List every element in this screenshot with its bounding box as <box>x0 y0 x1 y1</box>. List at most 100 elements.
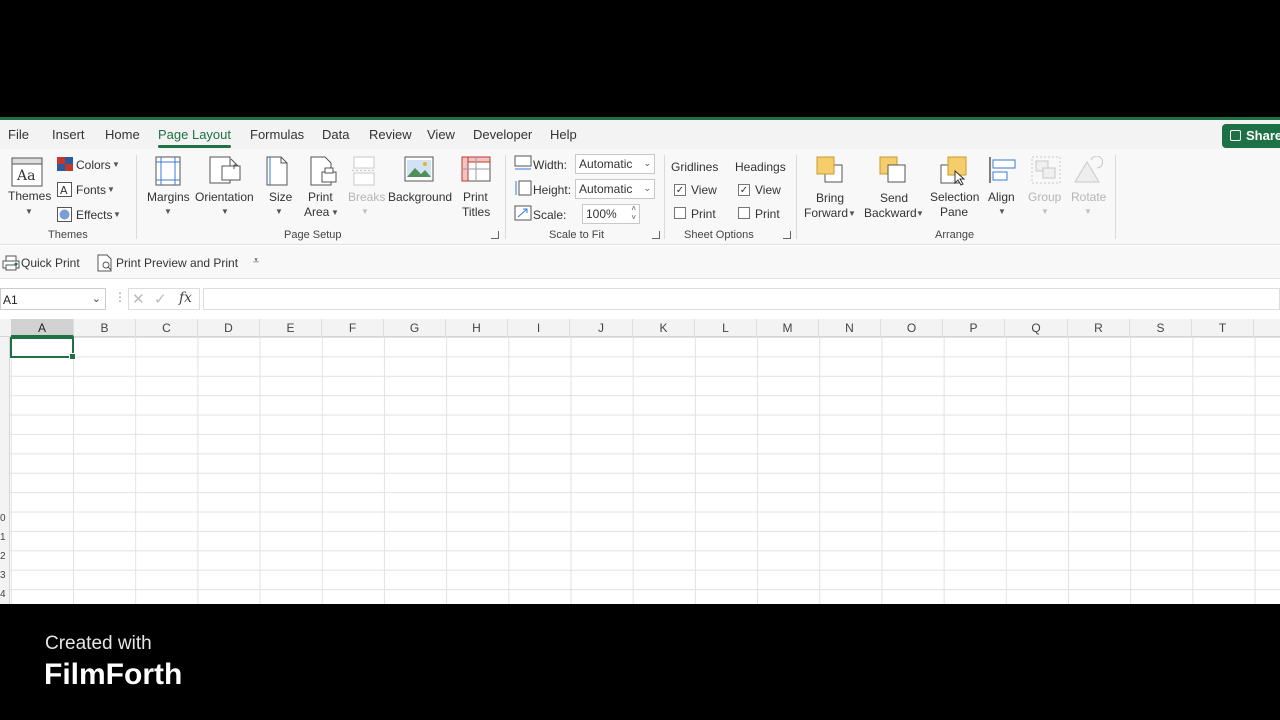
print-preview-button[interactable]: Print Preview and Print <box>116 256 238 270</box>
worksheet-grid[interactable]: A B C D E F G H I J K L M N O P Q R S T … <box>0 319 1280 604</box>
height-label: Height: <box>533 183 572 197</box>
quick-print-button[interactable]: Quick Print <box>21 256 80 270</box>
send-backward-label-2[interactable]: Backward <box>864 206 917 220</box>
column-header-o[interactable]: O <box>881 319 943 337</box>
scale-label: Scale: <box>533 208 567 222</box>
column-header-l[interactable]: L <box>695 319 757 337</box>
print-area-label-2[interactable]: Area <box>304 205 329 219</box>
share-icon <box>1230 130 1241 141</box>
tab-formulas[interactable]: Formulas <box>250 127 304 142</box>
breaks-button[interactable]: Breaks <box>348 190 385 204</box>
selected-cell-a1[interactable] <box>10 337 76 360</box>
spinner-up-icon[interactable]: ˄ <box>631 204 636 213</box>
group-button[interactable]: Group <box>1028 190 1061 204</box>
tab-data[interactable]: Data <box>322 127 349 142</box>
row-header-fragment[interactable]: 0 <box>0 513 6 524</box>
width-dropdown[interactable]: Automatic ⌄ <box>575 154 655 174</box>
orientation-button[interactable]: Orientation <box>195 190 254 204</box>
row-header-fragment[interactable]: 4 <box>0 589 6 600</box>
tab-insert[interactable]: Insert <box>52 127 85 142</box>
chevron-down-icon: ▼ <box>1041 207 1049 216</box>
print-area-label-1[interactable]: Print <box>308 190 333 204</box>
column-header-a[interactable]: A <box>11 319 74 337</box>
row-header-fragment[interactable]: 1 <box>0 532 6 543</box>
headings-view-checkbox[interactable]: ✓ <box>738 184 750 196</box>
bring-forward-label-2[interactable]: Forward <box>804 206 848 220</box>
insert-function-button[interactable]: fx <box>179 290 192 306</box>
tab-file[interactable]: File <box>8 127 29 142</box>
width-label: Width: <box>533 158 568 172</box>
tab-help[interactable]: Help <box>550 127 577 142</box>
column-header-s[interactable]: S <box>1130 319 1192 337</box>
headings-print-checkbox[interactable] <box>738 207 750 219</box>
scale-spinner[interactable]: 100% ˄ ˅ <box>582 204 640 224</box>
column-header-h[interactable]: H <box>446 319 508 337</box>
align-button[interactable]: Align <box>988 190 1015 204</box>
column-header-k[interactable]: K <box>633 319 695 337</box>
column-header-p[interactable]: P <box>943 319 1005 337</box>
formula-input[interactable] <box>203 288 1280 310</box>
colors-button[interactable]: Colors <box>76 158 111 172</box>
selection-pane-label-1[interactable]: Selection <box>930 190 979 204</box>
column-header-g[interactable]: G <box>384 319 446 337</box>
column-header-q[interactable]: Q <box>1005 319 1068 337</box>
themes-button[interactable]: Themes <box>8 189 51 203</box>
fonts-button[interactable]: Fonts <box>76 183 106 197</box>
row-header-fragment[interactable]: 2 <box>0 551 6 562</box>
scale-to-fit-dialog-launcher[interactable] <box>652 231 660 239</box>
chevron-down-icon: ▼ <box>331 208 339 217</box>
column-header-d[interactable]: D <box>198 319 260 337</box>
bring-forward-icon <box>816 156 844 189</box>
background-button[interactable]: Background <box>388 190 452 204</box>
sheet-options-dialog-launcher[interactable] <box>783 231 791 239</box>
rotate-button[interactable]: Rotate <box>1071 190 1106 204</box>
tab-view[interactable]: View <box>427 127 455 142</box>
spinner-down-icon[interactable]: ˅ <box>631 213 636 222</box>
customize-qat-icon[interactable]: ⩡ <box>253 255 259 268</box>
column-header-m[interactable]: M <box>757 319 819 337</box>
more-options-icon[interactable]: ⋮ <box>114 290 126 304</box>
selection-pane-label-2[interactable]: Pane <box>940 205 968 219</box>
row-header-fragment[interactable]: 3 <box>0 570 6 581</box>
column-header-c[interactable]: C <box>136 319 198 337</box>
excel-window: File Insert Home Page Layout Formulas Da… <box>0 117 1280 604</box>
enter-icon[interactable]: ✓ <box>154 290 167 308</box>
page-setup-dialog-launcher[interactable] <box>491 231 499 239</box>
height-dropdown[interactable]: Automatic ⌄ <box>575 179 655 199</box>
print-titles-icon <box>461 156 491 187</box>
gridlines-print-checkbox[interactable] <box>674 207 686 219</box>
column-header-e[interactable]: E <box>260 319 322 337</box>
chevron-down-icon: ▼ <box>107 185 115 194</box>
row-headers: 0 1 2 3 4 <box>0 337 10 604</box>
cancel-icon[interactable]: ✕ <box>132 290 145 308</box>
size-button[interactable]: Size <box>269 190 292 204</box>
chevron-down-icon: ▼ <box>848 209 856 218</box>
tab-developer[interactable]: Developer <box>473 127 532 142</box>
height-icon <box>514 180 532 201</box>
send-backward-label-1[interactable]: Send <box>880 191 908 205</box>
headings-print-label: Print <box>755 207 780 221</box>
column-header-n[interactable]: N <box>819 319 881 337</box>
column-header-f[interactable]: F <box>322 319 384 337</box>
column-header-t[interactable]: T <box>1192 319 1254 337</box>
effects-button[interactable]: Effects <box>76 208 112 222</box>
column-header-b[interactable]: B <box>74 319 136 337</box>
margins-button[interactable]: Margins <box>147 190 190 204</box>
bring-forward-label-1[interactable]: Bring <box>816 191 844 205</box>
gridlines-print-label: Print <box>691 207 716 221</box>
tab-review[interactable]: Review <box>369 127 412 142</box>
column-header-r[interactable]: R <box>1068 319 1130 337</box>
column-header-j[interactable]: J <box>570 319 633 337</box>
print-titles-label-1[interactable]: Print <box>463 190 488 204</box>
print-titles-label-2[interactable]: Titles <box>462 205 490 219</box>
tab-page-layout[interactable]: Page Layout <box>158 127 232 148</box>
cell-area[interactable] <box>10 337 1280 604</box>
tab-home[interactable]: Home <box>105 127 140 142</box>
chevron-down-icon: ⌄ <box>91 293 101 305</box>
column-header-i[interactable]: I <box>508 319 570 337</box>
watermark-created-with: Created with <box>45 633 152 654</box>
name-box-value: A1 <box>3 293 18 307</box>
gridlines-view-checkbox[interactable]: ✓ <box>674 184 686 196</box>
share-button[interactable]: Share <box>1222 124 1280 148</box>
name-box[interactable]: A1 ⌄ <box>0 288 106 310</box>
